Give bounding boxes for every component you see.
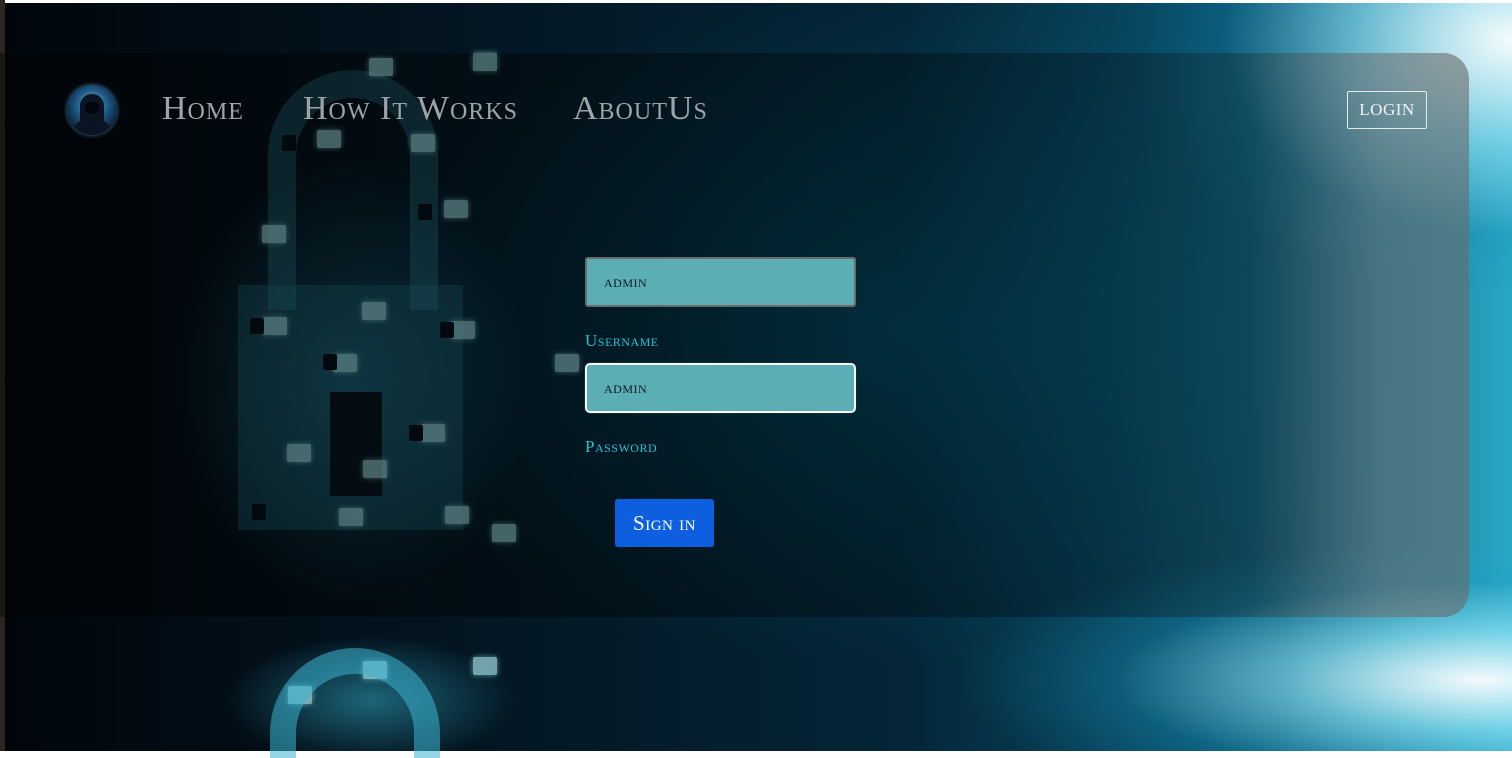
main-panel-edge	[1250, 53, 1469, 617]
pixel-block	[473, 657, 497, 675]
window-top-edge	[0, 0, 1512, 3]
nav-link-about-us[interactable]: AboutUs	[573, 90, 708, 128]
password-label: Password	[585, 437, 658, 456]
login-button[interactable]: LOGIN	[1347, 91, 1427, 129]
main-panel	[0, 53, 1469, 617]
nav-link-home[interactable]: Home	[162, 90, 244, 128]
hooded-hacker-icon[interactable]	[67, 85, 117, 135]
username-label: Username	[585, 331, 659, 350]
avatar-face	[85, 102, 99, 114]
password-input[interactable]	[585, 363, 856, 413]
nav-link-how-it-works[interactable]: How It Works	[303, 90, 518, 128]
sign-in-button[interactable]: Sign in	[615, 499, 714, 547]
username-input[interactable]	[585, 257, 856, 307]
